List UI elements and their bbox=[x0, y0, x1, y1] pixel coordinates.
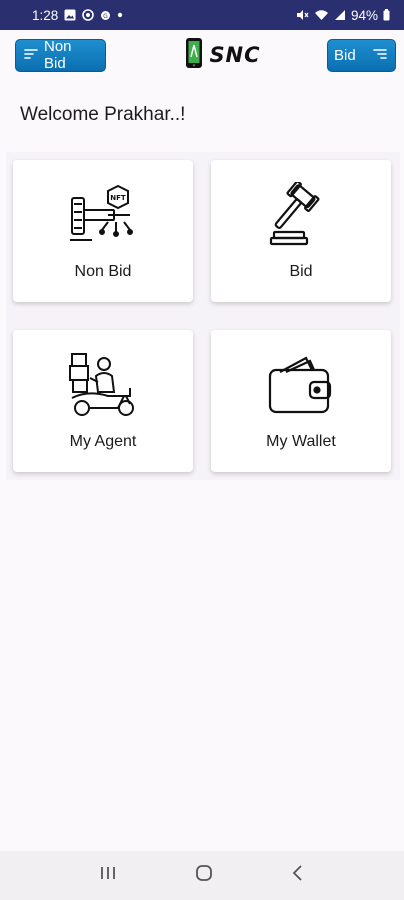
welcome-message: Welcome Prakhar..! bbox=[20, 104, 186, 125]
bid-button-label: Bid bbox=[334, 46, 356, 64]
battery-icon bbox=[383, 9, 390, 21]
system-nav-bar bbox=[0, 851, 404, 900]
card-non-bid[interactable]: NFT Non Bid bbox=[13, 160, 193, 302]
wallet-icon bbox=[266, 352, 336, 418]
card-bid[interactable]: Bid bbox=[211, 160, 391, 302]
logo-text: SNC bbox=[209, 43, 261, 67]
card-label: Bid bbox=[289, 263, 313, 280]
status-bar: 1:28 G 94% bbox=[0, 0, 404, 30]
signal-icon bbox=[334, 9, 346, 21]
back-icon[interactable] bbox=[291, 864, 305, 887]
mute-icon bbox=[296, 9, 309, 21]
sync-icon: G bbox=[100, 10, 111, 21]
phone-logo-icon bbox=[182, 37, 206, 74]
status-time: 1:28 bbox=[32, 7, 59, 23]
card-my-agent[interactable]: My Agent bbox=[13, 330, 193, 472]
app-logo: SNC bbox=[182, 37, 260, 74]
svg-text:G: G bbox=[103, 13, 108, 20]
status-left: 1:28 G bbox=[32, 8, 123, 23]
dot-icon bbox=[117, 12, 123, 18]
non-bid-button-label: Non Bid bbox=[44, 38, 72, 72]
menu-icon bbox=[373, 47, 387, 64]
card-my-wallet[interactable]: My Wallet bbox=[211, 330, 391, 472]
dashboard-grid: NFT Non Bid Bid My Agent My Wallet bbox=[6, 152, 400, 480]
delivery-agent-icon bbox=[68, 352, 138, 418]
recents-icon[interactable] bbox=[99, 865, 117, 886]
app-bar: Non Bid SNC Bid bbox=[0, 30, 404, 80]
battery-percent: 94% bbox=[350, 7, 378, 23]
nft-auction-icon: NFT bbox=[68, 182, 138, 248]
home-icon[interactable] bbox=[194, 863, 214, 888]
bid-menu-button[interactable]: Bid bbox=[327, 38, 396, 72]
gavel-icon bbox=[266, 182, 336, 248]
status-right: 94% bbox=[296, 8, 390, 23]
svg-text:NFT: NFT bbox=[110, 194, 126, 202]
menu-icon bbox=[24, 47, 38, 64]
card-label: My Wallet bbox=[266, 433, 336, 450]
gallery-icon bbox=[64, 9, 76, 21]
wifi-icon bbox=[314, 9, 329, 21]
card-label: Non Bid bbox=[74, 263, 132, 280]
card-label: My Agent bbox=[69, 433, 137, 450]
non-bid-menu-button[interactable]: Non Bid bbox=[15, 38, 106, 72]
whatsapp-icon bbox=[82, 9, 95, 21]
